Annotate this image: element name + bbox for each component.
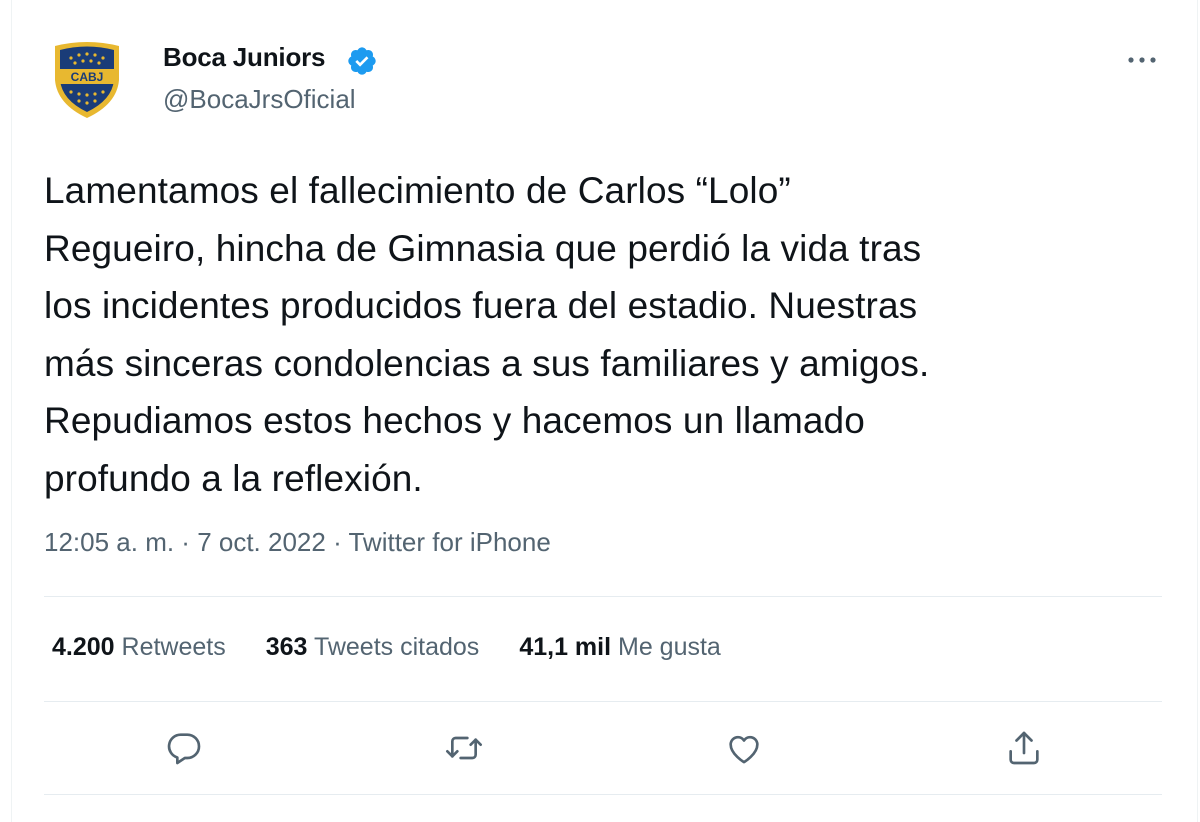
tweet-text: Lamentamos el fallecimiento de Carlos “L… — [44, 170, 930, 499]
meta-separator: · — [325, 527, 349, 557]
share-button[interactable] — [1002, 726, 1046, 770]
like-icon — [729, 735, 759, 764]
divider — [44, 596, 1162, 597]
retweet-button[interactable] — [442, 726, 486, 770]
retweets-stat[interactable]: 4.200 Retweets — [52, 633, 226, 662]
meta-separator: · — [174, 527, 198, 557]
user-handle[interactable]: @BocaJrsOficial — [163, 84, 356, 115]
verified-badge-icon — [346, 45, 378, 77]
share-icon — [1009, 731, 1039, 765]
display-name[interactable]: Boca Juniors — [163, 42, 326, 73]
divider — [44, 701, 1162, 702]
svg-text:CABJ: CABJ — [71, 70, 104, 84]
avatar[interactable]: CABJ — [49, 40, 125, 120]
divider — [44, 794, 1162, 795]
boca-shield-logo: CABJ — [55, 42, 119, 118]
likes-stat[interactable]: 41,1 mil Me gusta — [519, 633, 721, 662]
tweet-date[interactable]: 7 oct. 2022 — [197, 527, 326, 557]
tweet-meta: 12:05 a. m. · 7 oct. 2022 · Twitter for … — [44, 527, 551, 558]
retweets-label: Retweets — [121, 633, 226, 661]
more-options-icon[interactable] — [1124, 45, 1160, 75]
quotes-count: 363 — [265, 633, 308, 661]
quotes-stat[interactable]: 363 Tweets citados — [266, 633, 480, 662]
retweets-count: 4.200 — [52, 633, 115, 661]
retweet-icon — [446, 736, 482, 760]
like-button[interactable] — [722, 726, 766, 770]
reply-icon — [167, 733, 201, 765]
tweet-time[interactable]: 12:05 a. m. — [44, 527, 174, 557]
tweet-source[interactable]: Twitter for iPhone — [348, 527, 550, 557]
likes-label: Me gusta — [618, 633, 721, 661]
likes-count: 41,1 mil — [519, 633, 612, 661]
quotes-label: Tweets citados — [313, 633, 480, 661]
reply-button[interactable] — [162, 726, 206, 770]
tweet-stats: 4.200 Retweets 363 Tweets citados 41,1 m… — [52, 633, 761, 662]
